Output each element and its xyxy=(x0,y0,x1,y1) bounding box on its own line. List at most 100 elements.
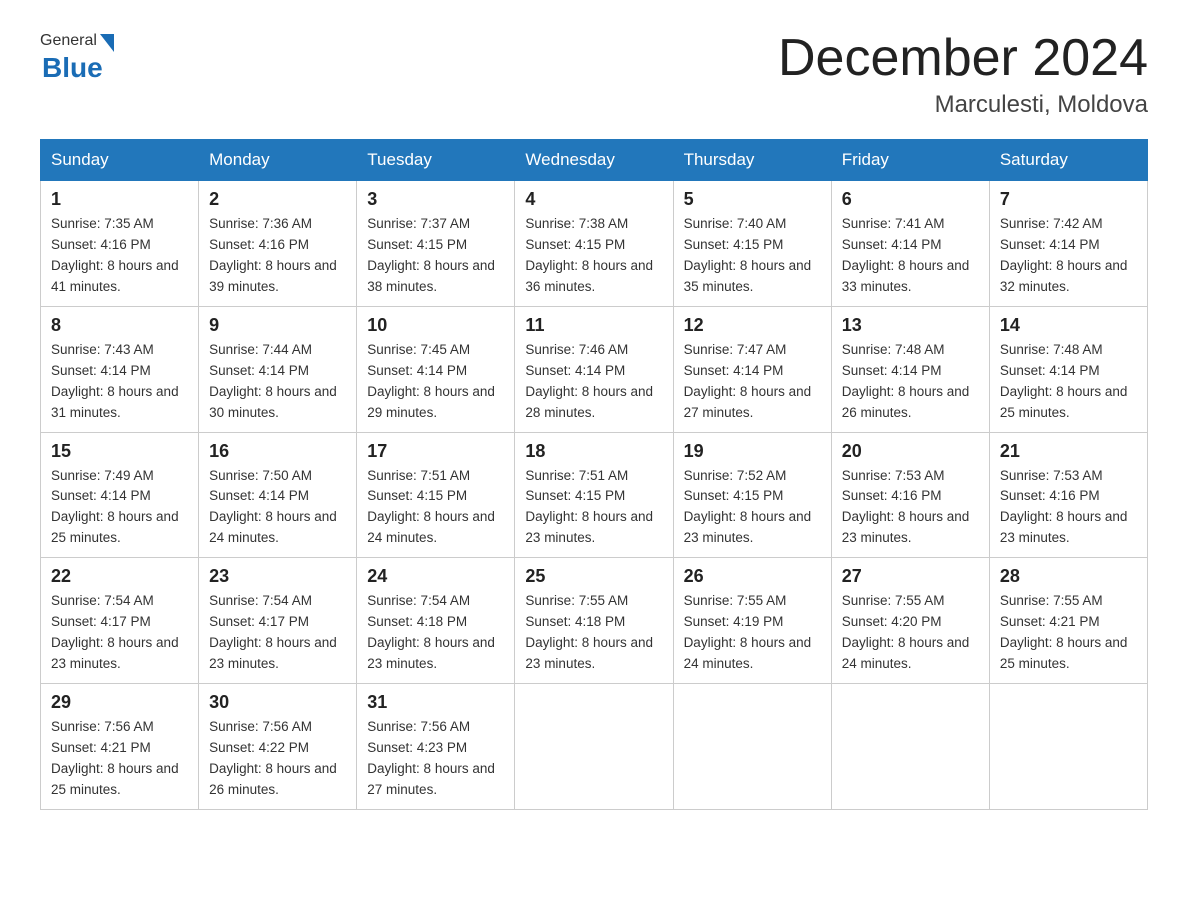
day-number: 20 xyxy=(842,441,979,462)
weekday-header-sunday: Sunday xyxy=(41,140,199,181)
calendar-cell: 12 Sunrise: 7:47 AMSunset: 4:14 PMDaylig… xyxy=(673,306,831,432)
calendar-cell xyxy=(989,683,1147,809)
day-info: Sunrise: 7:54 AMSunset: 4:17 PMDaylight:… xyxy=(51,593,179,671)
day-number: 8 xyxy=(51,315,188,336)
weekday-header-saturday: Saturday xyxy=(989,140,1147,181)
calendar-cell: 3 Sunrise: 7:37 AMSunset: 4:15 PMDayligh… xyxy=(357,181,515,307)
day-info: Sunrise: 7:55 AMSunset: 4:18 PMDaylight:… xyxy=(525,593,653,671)
calendar-cell: 23 Sunrise: 7:54 AMSunset: 4:17 PMDaylig… xyxy=(199,558,357,684)
calendar-cell: 29 Sunrise: 7:56 AMSunset: 4:21 PMDaylig… xyxy=(41,683,199,809)
day-number: 18 xyxy=(525,441,662,462)
calendar-cell xyxy=(831,683,989,809)
calendar-cell: 4 Sunrise: 7:38 AMSunset: 4:15 PMDayligh… xyxy=(515,181,673,307)
day-number: 31 xyxy=(367,692,504,713)
day-number: 7 xyxy=(1000,189,1137,210)
day-info: Sunrise: 7:44 AMSunset: 4:14 PMDaylight:… xyxy=(209,342,337,420)
calendar-cell: 22 Sunrise: 7:54 AMSunset: 4:17 PMDaylig… xyxy=(41,558,199,684)
day-number: 14 xyxy=(1000,315,1137,336)
calendar-cell: 1 Sunrise: 7:35 AMSunset: 4:16 PMDayligh… xyxy=(41,181,199,307)
logo-blue-text: Blue xyxy=(42,52,103,84)
day-number: 10 xyxy=(367,315,504,336)
calendar-cell: 8 Sunrise: 7:43 AMSunset: 4:14 PMDayligh… xyxy=(41,306,199,432)
day-info: Sunrise: 7:53 AMSunset: 4:16 PMDaylight:… xyxy=(842,468,970,546)
day-info: Sunrise: 7:47 AMSunset: 4:14 PMDaylight:… xyxy=(684,342,812,420)
day-number: 11 xyxy=(525,315,662,336)
day-info: Sunrise: 7:52 AMSunset: 4:15 PMDaylight:… xyxy=(684,468,812,546)
day-info: Sunrise: 7:41 AMSunset: 4:14 PMDaylight:… xyxy=(842,216,970,294)
day-number: 3 xyxy=(367,189,504,210)
weekday-header-thursday: Thursday xyxy=(673,140,831,181)
logo-arrow-icon xyxy=(100,34,114,52)
day-number: 27 xyxy=(842,566,979,587)
calendar-cell: 27 Sunrise: 7:55 AMSunset: 4:20 PMDaylig… xyxy=(831,558,989,684)
day-number: 23 xyxy=(209,566,346,587)
day-number: 22 xyxy=(51,566,188,587)
day-info: Sunrise: 7:50 AMSunset: 4:14 PMDaylight:… xyxy=(209,468,337,546)
calendar-table: SundayMondayTuesdayWednesdayThursdayFrid… xyxy=(40,139,1148,809)
day-number: 28 xyxy=(1000,566,1137,587)
day-number: 19 xyxy=(684,441,821,462)
calendar-cell: 21 Sunrise: 7:53 AMSunset: 4:16 PMDaylig… xyxy=(989,432,1147,558)
calendar-cell: 31 Sunrise: 7:56 AMSunset: 4:23 PMDaylig… xyxy=(357,683,515,809)
day-number: 4 xyxy=(525,189,662,210)
weekday-header-wednesday: Wednesday xyxy=(515,140,673,181)
day-info: Sunrise: 7:48 AMSunset: 4:14 PMDaylight:… xyxy=(1000,342,1128,420)
day-info: Sunrise: 7:37 AMSunset: 4:15 PMDaylight:… xyxy=(367,216,495,294)
day-info: Sunrise: 7:55 AMSunset: 4:20 PMDaylight:… xyxy=(842,593,970,671)
weekday-header-monday: Monday xyxy=(199,140,357,181)
day-info: Sunrise: 7:40 AMSunset: 4:15 PMDaylight:… xyxy=(684,216,812,294)
day-number: 1 xyxy=(51,189,188,210)
calendar-cell: 26 Sunrise: 7:55 AMSunset: 4:19 PMDaylig… xyxy=(673,558,831,684)
calendar-cell: 7 Sunrise: 7:42 AMSunset: 4:14 PMDayligh… xyxy=(989,181,1147,307)
day-number: 17 xyxy=(367,441,504,462)
page-header: General Blue December 2024 Marculesti, M… xyxy=(40,30,1148,119)
calendar-cell: 6 Sunrise: 7:41 AMSunset: 4:14 PMDayligh… xyxy=(831,181,989,307)
day-info: Sunrise: 7:54 AMSunset: 4:17 PMDaylight:… xyxy=(209,593,337,671)
calendar-cell: 14 Sunrise: 7:48 AMSunset: 4:14 PMDaylig… xyxy=(989,306,1147,432)
day-info: Sunrise: 7:54 AMSunset: 4:18 PMDaylight:… xyxy=(367,593,495,671)
day-info: Sunrise: 7:43 AMSunset: 4:14 PMDaylight:… xyxy=(51,342,179,420)
day-info: Sunrise: 7:56 AMSunset: 4:21 PMDaylight:… xyxy=(51,719,179,797)
logo: General Blue xyxy=(40,30,114,84)
day-info: Sunrise: 7:51 AMSunset: 4:15 PMDaylight:… xyxy=(367,468,495,546)
calendar-week-5: 29 Sunrise: 7:56 AMSunset: 4:21 PMDaylig… xyxy=(41,683,1148,809)
calendar-cell xyxy=(515,683,673,809)
day-number: 16 xyxy=(209,441,346,462)
calendar-cell: 30 Sunrise: 7:56 AMSunset: 4:22 PMDaylig… xyxy=(199,683,357,809)
logo-general-text: General xyxy=(40,32,97,50)
day-info: Sunrise: 7:56 AMSunset: 4:23 PMDaylight:… xyxy=(367,719,495,797)
calendar-cell: 28 Sunrise: 7:55 AMSunset: 4:21 PMDaylig… xyxy=(989,558,1147,684)
calendar-cell: 2 Sunrise: 7:36 AMSunset: 4:16 PMDayligh… xyxy=(199,181,357,307)
day-info: Sunrise: 7:55 AMSunset: 4:19 PMDaylight:… xyxy=(684,593,812,671)
calendar-cell: 17 Sunrise: 7:51 AMSunset: 4:15 PMDaylig… xyxy=(357,432,515,558)
location-subtitle: Marculesti, Moldova xyxy=(778,91,1148,119)
calendar-cell: 16 Sunrise: 7:50 AMSunset: 4:14 PMDaylig… xyxy=(199,432,357,558)
day-number: 15 xyxy=(51,441,188,462)
day-info: Sunrise: 7:51 AMSunset: 4:15 PMDaylight:… xyxy=(525,468,653,546)
day-number: 24 xyxy=(367,566,504,587)
weekday-header-friday: Friday xyxy=(831,140,989,181)
day-number: 9 xyxy=(209,315,346,336)
calendar-week-1: 1 Sunrise: 7:35 AMSunset: 4:16 PMDayligh… xyxy=(41,181,1148,307)
day-number: 12 xyxy=(684,315,821,336)
calendar-week-3: 15 Sunrise: 7:49 AMSunset: 4:14 PMDaylig… xyxy=(41,432,1148,558)
day-number: 2 xyxy=(209,189,346,210)
title-section: December 2024 Marculesti, Moldova xyxy=(778,30,1148,119)
day-info: Sunrise: 7:35 AMSunset: 4:16 PMDaylight:… xyxy=(51,216,179,294)
calendar-cell: 10 Sunrise: 7:45 AMSunset: 4:14 PMDaylig… xyxy=(357,306,515,432)
weekday-header-tuesday: Tuesday xyxy=(357,140,515,181)
calendar-cell xyxy=(673,683,831,809)
calendar-cell: 19 Sunrise: 7:52 AMSunset: 4:15 PMDaylig… xyxy=(673,432,831,558)
calendar-header-row: SundayMondayTuesdayWednesdayThursdayFrid… xyxy=(41,140,1148,181)
day-number: 29 xyxy=(51,692,188,713)
day-number: 5 xyxy=(684,189,821,210)
day-info: Sunrise: 7:38 AMSunset: 4:15 PMDaylight:… xyxy=(525,216,653,294)
day-info: Sunrise: 7:56 AMSunset: 4:22 PMDaylight:… xyxy=(209,719,337,797)
calendar-cell: 5 Sunrise: 7:40 AMSunset: 4:15 PMDayligh… xyxy=(673,181,831,307)
calendar-week-4: 22 Sunrise: 7:54 AMSunset: 4:17 PMDaylig… xyxy=(41,558,1148,684)
calendar-cell: 20 Sunrise: 7:53 AMSunset: 4:16 PMDaylig… xyxy=(831,432,989,558)
calendar-week-2: 8 Sunrise: 7:43 AMSunset: 4:14 PMDayligh… xyxy=(41,306,1148,432)
day-number: 30 xyxy=(209,692,346,713)
calendar-cell: 15 Sunrise: 7:49 AMSunset: 4:14 PMDaylig… xyxy=(41,432,199,558)
day-number: 6 xyxy=(842,189,979,210)
